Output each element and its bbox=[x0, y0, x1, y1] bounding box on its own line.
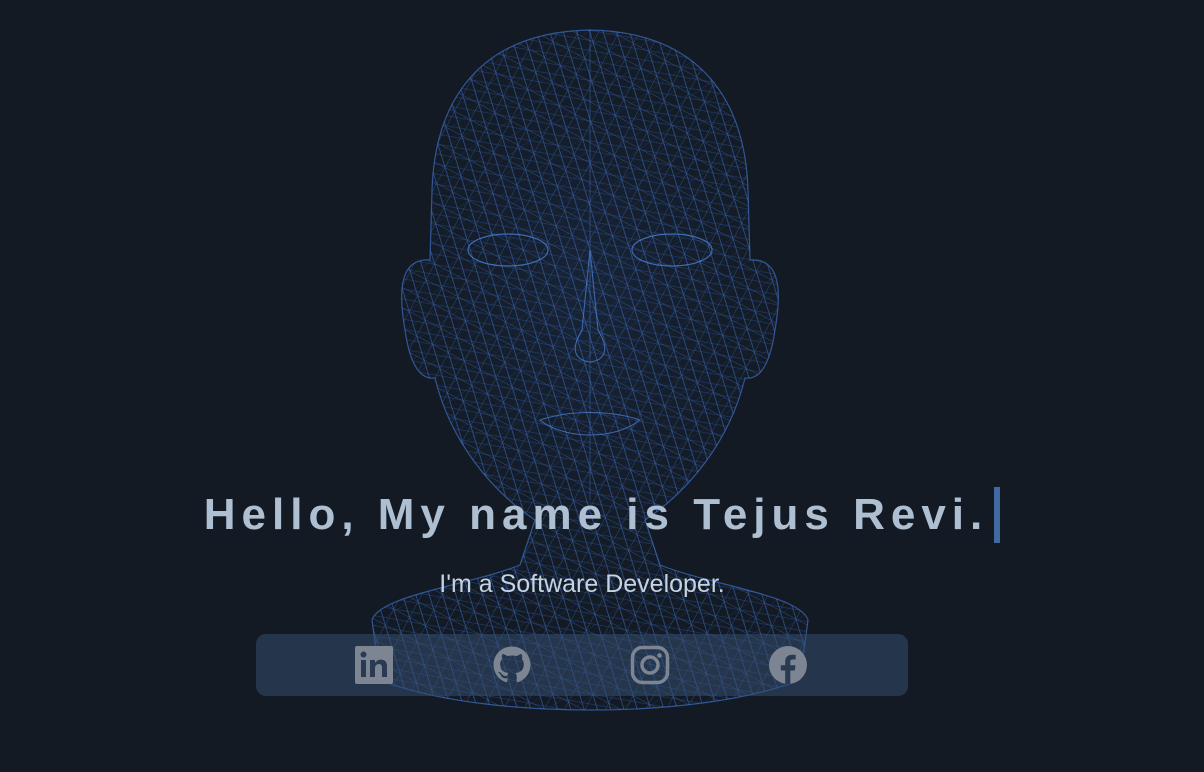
hero-title-text: Hello, My name is Tejus Revi. bbox=[203, 490, 989, 539]
facebook-icon bbox=[769, 646, 807, 684]
hero-page: Hello, My name is Tejus Revi. I'm a Soft… bbox=[0, 0, 1204, 772]
wireframe-head-illustration bbox=[371, 29, 809, 711]
hero-subtitle: I'm a Software Developer. bbox=[439, 570, 725, 598]
linkedin-link[interactable] bbox=[354, 645, 394, 685]
instagram-link[interactable] bbox=[630, 645, 670, 685]
github-icon bbox=[493, 646, 531, 683]
github-link[interactable] bbox=[492, 645, 532, 685]
hero-title: Hello, My name is Tejus Revi. bbox=[0, 480, 1204, 550]
linkedin-icon bbox=[355, 646, 393, 684]
facebook-link[interactable] bbox=[768, 645, 808, 685]
instagram-icon bbox=[630, 645, 670, 685]
typing-caret bbox=[994, 487, 1001, 543]
social-links-bar bbox=[256, 634, 908, 696]
